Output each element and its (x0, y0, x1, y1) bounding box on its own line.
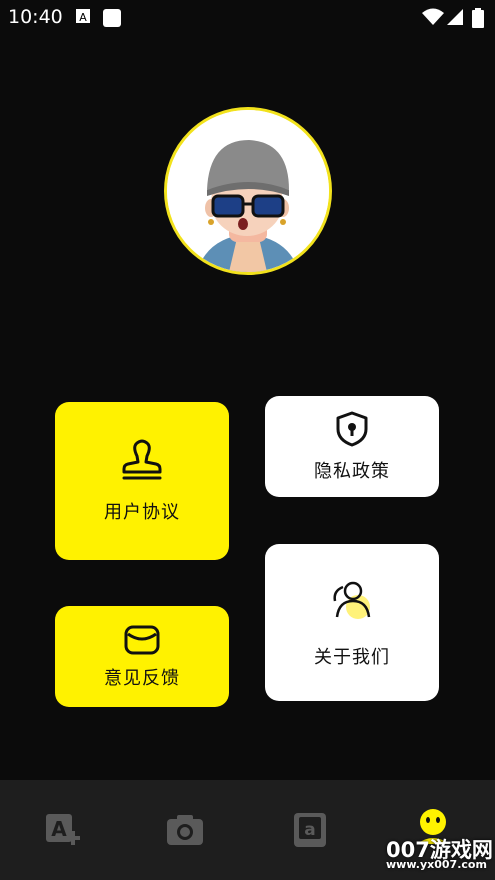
shield-lock-icon (336, 411, 368, 446)
user-agreement-label: 用户协议 (104, 502, 180, 523)
avatar[interactable] (164, 107, 332, 275)
status-bar: 10:40 A (0, 0, 495, 34)
avatar-image (167, 110, 329, 272)
text-a-icon: A (76, 9, 90, 24)
battery-icon (472, 8, 484, 28)
svg-text:A: A (79, 11, 87, 24)
square-icon (103, 9, 121, 27)
users-icon (333, 581, 371, 619)
watermark: 007游戏网 www.yx007.com (386, 834, 493, 871)
envelope-icon (124, 625, 160, 654)
about-us-card[interactable]: 关于我们 (265, 544, 439, 701)
feedback-label: 意见反馈 (104, 667, 180, 689)
about-us-label: 关于我们 (314, 646, 390, 668)
tab-font-add-icon[interactable]: A (44, 810, 84, 850)
tab-address-book-icon[interactable]: a (290, 810, 330, 850)
watermark-url: www.yx007.com (386, 858, 487, 871)
privacy-policy-card[interactable]: 隐私政策 (265, 396, 439, 497)
signal-icon (447, 9, 463, 25)
privacy-policy-label: 隐私政策 (314, 460, 390, 482)
feedback-card[interactable]: 意见反馈 (55, 606, 229, 707)
stamp-icon (122, 439, 162, 480)
svg-text:A: A (51, 817, 67, 841)
status-time: 10:40 (8, 6, 63, 28)
user-agreement-card[interactable]: 用户协议 (55, 402, 229, 560)
svg-text:a: a (304, 820, 315, 840)
tab-camera-icon[interactable] (165, 810, 205, 850)
wifi-icon (422, 8, 444, 25)
